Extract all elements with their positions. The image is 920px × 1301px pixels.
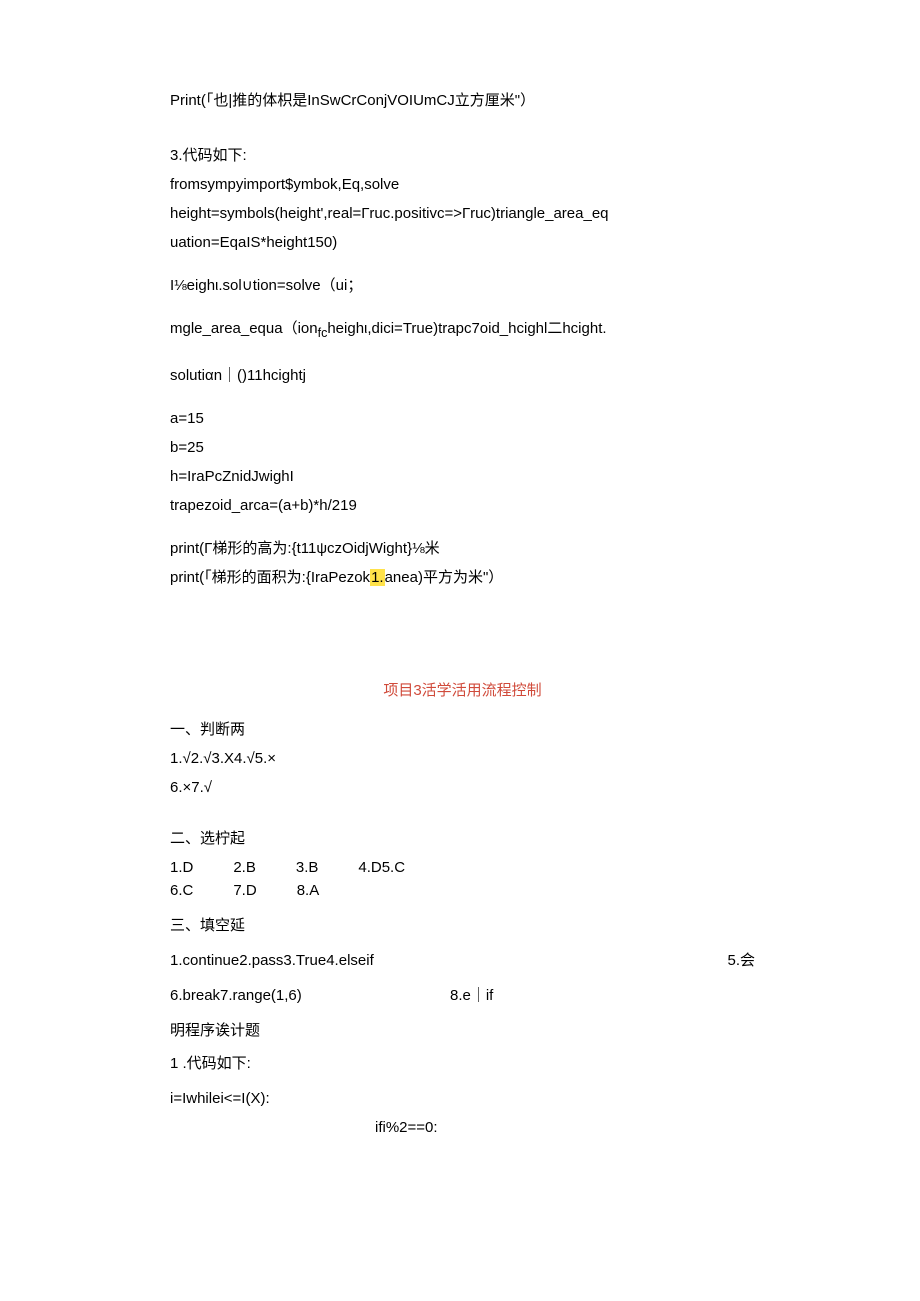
subscript: fc (318, 326, 328, 340)
document-page: Print(「也|推的体枳是InSwCrConjVOIUmCJ立方厘米"） 3.… (0, 0, 920, 1206)
code-line: ifi%2==0: (170, 1117, 755, 1138)
choice-heading: 二、选柠起 (170, 828, 755, 849)
judgment-heading: 一、判断两 (170, 719, 755, 740)
code-line: mgle_area_equa（ionfcheighι,dici=True)tra… (170, 318, 755, 343)
program-heading: 明程序诶计题 (170, 1020, 755, 1041)
answer-item: 7.D (233, 880, 256, 901)
fill-row: 1.continue2.pass3.True4.elseif 5.会 (170, 950, 755, 971)
code-line: print(Γ梯形的高为:{t11ψczOidjWight}⅛米 (170, 538, 755, 559)
choice-row: 1.D 2.B 3.B 4.D5.C (170, 857, 755, 878)
code-line: height=symbols(height',real=Гruc.positiv… (170, 203, 755, 224)
answer-item: 2.B (233, 857, 256, 878)
code-line: solutiαn｜()11hcightj (170, 365, 755, 386)
project-3-heading: 项目3活学活用流程控制 (170, 680, 755, 701)
fill-heading: 三、填空延 (170, 915, 755, 936)
fill-left: 1.continue2.pass3.True4.elseif (170, 950, 374, 971)
answer-item: 4.D5.C (358, 857, 405, 878)
choice-row: 6.C 7.D 8.A (170, 880, 755, 901)
fill-right: 5.会 (727, 950, 755, 971)
section-3-title: 3.代码如下: (170, 145, 755, 166)
code-line: uation=EqaIS*height150) (170, 232, 755, 253)
program-subtitle: 1 .代码如下: (170, 1053, 755, 1074)
indented-code: ifi%2==0: (170, 1117, 755, 1138)
code-line: b=25 (170, 437, 755, 458)
code-line: a=15 (170, 408, 755, 429)
answer-item: 1.D (170, 857, 193, 878)
code-line: print(「梯形的面积为:{IraPezok1.anea)平方为米"） (170, 567, 755, 588)
code-line: I⅛eighι.sol∪tion=solve（ui； (170, 275, 755, 296)
highlighted-text: 1. (370, 569, 385, 586)
fill-left: 6.break7.range(1,6) (170, 985, 450, 1006)
code-fragment: heighι,dici=True)trapc7oid_hcighl二hcight… (327, 320, 606, 337)
code-line: fromsympyimport$ymbok,Eq,solve (170, 174, 755, 195)
fill-row: 6.break7.range(1,6) 8.e｜if (170, 985, 755, 1006)
code-fragment: print(「梯形的面积为:{IraPezok (170, 569, 370, 586)
fill-mid: 8.e｜if (450, 985, 755, 1006)
answer-item: 8.A (297, 880, 320, 901)
answer-item: 3.B (296, 857, 319, 878)
code-line: h=IraPcZnidJwighI (170, 466, 755, 487)
code-fragment: anea)平方为米"） (385, 569, 504, 586)
answer-item: 6.C (170, 880, 193, 901)
code-line: i=Iwhilei<=I(X): (170, 1088, 755, 1109)
code-line: Print(「也|推的体枳是InSwCrConjVOIUmCJ立方厘米"） (170, 90, 755, 111)
answer-line: 1.√2.√3.X4.√5.× (170, 748, 755, 769)
answer-line: 6.×7.√ (170, 777, 755, 798)
code-line: trapezoid_arca=(a+b)*h/219 (170, 495, 755, 516)
code-fragment: mgle_area_equa（ion (170, 320, 318, 337)
